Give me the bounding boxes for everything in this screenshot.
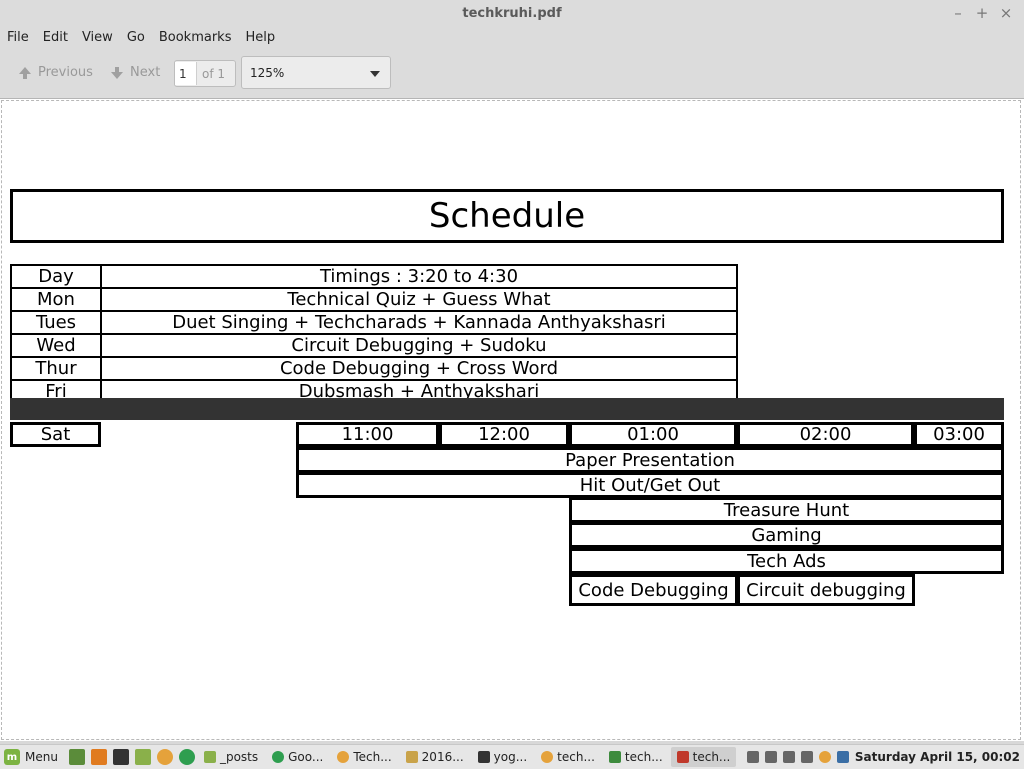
time-slot: 03:00 — [914, 422, 1004, 447]
next-button[interactable]: Next — [110, 65, 160, 80]
task-tech-chrome[interactable]: Tech... — [331, 747, 397, 767]
day-cell: Tues — [10, 310, 102, 335]
files-icon[interactable] — [134, 749, 151, 765]
firefox-icon[interactable] — [90, 749, 107, 765]
pdf-page: Schedule Day Timings : 3:20 to 4:30 Mon … — [1, 100, 1021, 740]
title-bar: techkruhi.pdf – + × — [0, 0, 1024, 28]
separator-bar — [10, 398, 1004, 420]
next-label: Next — [130, 65, 161, 80]
time-slot: 02:00 — [737, 422, 914, 447]
table-header-row: Day Timings : 3:20 to 4:30 — [10, 264, 738, 289]
table-row: Wed Circuit Debugging + Sudoku — [10, 333, 738, 358]
start-menu-button[interactable]: m Menu — [0, 749, 66, 765]
saturday-day-cell: Sat — [10, 422, 101, 447]
show-desktop-icon[interactable] — [68, 749, 85, 765]
page-selector: 1 of 1 — [174, 60, 236, 87]
chevron-down-icon — [370, 71, 380, 77]
header-timings: Timings : 3:20 to 4:30 — [100, 264, 738, 289]
weekday-schedule-table: Day Timings : 3:20 to 4:30 Mon Technical… — [10, 264, 738, 404]
chrome-icon — [337, 751, 350, 763]
task-yog[interactable]: yog... — [472, 747, 534, 767]
window-controls: – + × — [950, 4, 1014, 22]
day-cell: Thur — [10, 356, 102, 381]
terminal-icon[interactable] — [112, 749, 129, 765]
table-row: Thur Code Debugging + Cross Word — [10, 356, 738, 381]
menu-edit[interactable]: Edit — [36, 28, 75, 48]
activity-cell: Code Debugging + Cross Word — [100, 356, 738, 381]
event-paper-presentation: Paper Presentation — [296, 447, 1004, 473]
task-2016[interactable]: 2016... — [400, 747, 470, 767]
previous-label: Previous — [38, 65, 93, 80]
menu-label: Menu — [25, 750, 58, 764]
day-cell: Wed — [10, 333, 102, 358]
menu-file[interactable]: File — [0, 28, 36, 48]
window-title: techkruhi.pdf — [462, 6, 562, 21]
document-icon — [405, 751, 418, 763]
zoom-select[interactable]: 125% — [241, 56, 391, 89]
chrome-icon[interactable] — [818, 751, 831, 763]
taskbar: m Menu _posts Goo... Tech... 2016... yog… — [0, 744, 1024, 769]
header-day: Day — [10, 264, 102, 289]
task-tech-pdf[interactable]: tech... — [670, 747, 737, 767]
event-gaming: Gaming — [569, 522, 1004, 548]
close-button[interactable]: × — [998, 4, 1014, 22]
mint-logo-icon: m — [4, 749, 20, 765]
chrome-icon[interactable] — [156, 749, 173, 765]
folder-icon — [203, 751, 216, 763]
arrow-up-icon — [19, 66, 31, 79]
terminal-icon — [477, 751, 490, 763]
event-code-debugging: Code Debugging — [569, 574, 738, 606]
pdf-icon — [676, 751, 689, 763]
hangouts-icon — [272, 751, 285, 763]
clipboard-icon[interactable] — [764, 751, 777, 763]
system-tray: Saturday April 15, 00:02 — [746, 750, 1024, 764]
volume-icon[interactable] — [800, 751, 813, 763]
maximize-button[interactable]: + — [974, 4, 990, 22]
table-row: Tues Duet Singing + Techcharads + Kannad… — [10, 310, 738, 335]
menu-bar: File Edit View Go Bookmarks Help — [0, 28, 1024, 48]
event-circuit-debugging: Circuit debugging — [737, 574, 915, 606]
spreadsheet-icon — [608, 751, 621, 763]
minimize-button[interactable]: – — [950, 4, 966, 22]
page-total: of 1 — [202, 66, 226, 81]
chrome-icon — [541, 751, 554, 763]
clock[interactable]: Saturday April 15, 00:02 — [855, 750, 1020, 764]
task-tech-browser[interactable]: tech... — [535, 747, 601, 767]
day-cell: Mon — [10, 287, 102, 312]
task-posts[interactable]: _posts — [198, 747, 264, 767]
activity-cell: Duet Singing + Techcharads + Kannada Ant… — [100, 310, 738, 335]
arrow-down-icon — [111, 66, 123, 79]
menu-bookmarks[interactable]: Bookmarks — [152, 28, 239, 48]
document-viewport[interactable]: Schedule Day Timings : 3:20 to 4:30 Mon … — [0, 99, 1024, 741]
menu-help[interactable]: Help — [238, 28, 282, 48]
event-tech-ads: Tech Ads — [569, 548, 1004, 574]
page-number-input[interactable]: 1 — [175, 62, 197, 85]
menu-view[interactable]: View — [75, 28, 120, 48]
table-row: Mon Technical Quiz + Guess What — [10, 287, 738, 312]
time-slot: 12:00 — [439, 422, 569, 447]
task-tech-editor[interactable]: tech... — [603, 747, 669, 767]
time-slot: 11:00 — [296, 422, 439, 447]
task-google[interactable]: Goo... — [266, 747, 329, 767]
schedule-title: Schedule — [10, 189, 1004, 243]
shield-icon[interactable] — [836, 751, 849, 763]
menu-go[interactable]: Go — [120, 28, 152, 48]
hangouts-icon[interactable] — [178, 749, 195, 765]
activity-cell: Technical Quiz + Guess What — [100, 287, 738, 312]
activity-cell: Circuit Debugging + Sudoku — [100, 333, 738, 358]
zoom-value: 125% — [250, 66, 285, 80]
time-slot: 01:00 — [569, 422, 737, 447]
event-hit-out: Hit Out/Get Out — [296, 472, 1004, 498]
previous-button[interactable]: Previous — [18, 65, 93, 80]
user-icon[interactable] — [746, 751, 759, 763]
network-icon[interactable] — [782, 751, 795, 763]
event-treasure-hunt: Treasure Hunt — [569, 497, 1004, 523]
